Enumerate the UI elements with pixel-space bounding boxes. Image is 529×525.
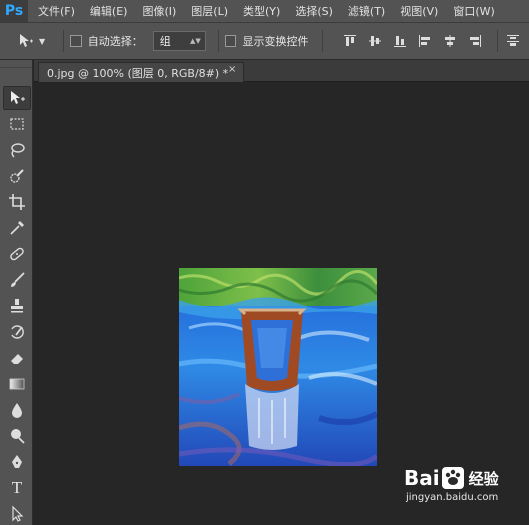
- tool-lasso[interactable]: [3, 138, 31, 162]
- eyedropper-icon: [10, 221, 24, 235]
- tool-eyedropper[interactable]: [3, 216, 31, 240]
- tool-blur[interactable]: [3, 398, 31, 422]
- menu-file[interactable]: 文件(F): [38, 3, 75, 19]
- dropdown-arrows-icon: ▲▼: [189, 37, 201, 45]
- document-image[interactable]: [179, 268, 377, 466]
- watermark-brand-right: 经验: [468, 469, 499, 488]
- tool-quick-select[interactable]: [3, 164, 31, 188]
- options-divider: [497, 30, 499, 52]
- show-transform-checkbox[interactable]: [224, 35, 237, 47]
- align-vcenter-icon: [369, 36, 382, 46]
- tool-brush[interactable]: [3, 268, 31, 292]
- options-divider: [217, 30, 219, 52]
- tool-history-brush[interactable]: [3, 320, 31, 344]
- pen-icon: [12, 455, 22, 468]
- tool-type[interactable]: T: [3, 476, 31, 500]
- paw-icon: [441, 467, 464, 489]
- close-icon[interactable]: ×: [228, 64, 236, 75]
- align-right-button[interactable]: [466, 32, 484, 50]
- document-tab-bar: 0.jpg @ 100% (图层 0, RGB/8#) *: [34, 60, 529, 82]
- menu-type[interactable]: 类型(Y): [243, 3, 280, 19]
- tool-clone-stamp[interactable]: [3, 294, 31, 318]
- options-bar: ▼ 自动选择： 组 ▲▼ 显示变换控件: [0, 22, 529, 60]
- distribute-top-button[interactable]: [504, 32, 522, 50]
- align-left-icon: [419, 35, 431, 47]
- menu-layer[interactable]: 图层(L): [191, 3, 228, 19]
- auto-select-dropdown[interactable]: 组 ▲▼: [152, 31, 206, 51]
- tool-preset-picker[interactable]: ▼: [18, 28, 57, 54]
- auto-select-label: 自动选择：: [87, 35, 143, 48]
- menu-window[interactable]: 窗口(W): [453, 3, 494, 19]
- watermark-brand-left: Bai: [404, 466, 440, 490]
- align-bottom-button[interactable]: [391, 32, 409, 50]
- align-top-button[interactable]: [341, 32, 359, 50]
- menu-edit[interactable]: 编辑(E): [90, 3, 128, 19]
- tool-dodge[interactable]: [3, 424, 31, 448]
- oil-paint-boat-image: [179, 268, 377, 466]
- align-bottom-icon: [394, 36, 407, 47]
- quick-select-icon: [10, 169, 24, 183]
- tool-move[interactable]: [3, 86, 31, 110]
- align-right-icon: [470, 35, 482, 47]
- healing-brush-icon: [10, 247, 24, 261]
- distribute-top-icon: [507, 35, 520, 46]
- tools-panel: T: [0, 60, 33, 525]
- move-icon: [20, 34, 33, 47]
- path-select-icon: [12, 505, 24, 522]
- menu-image[interactable]: 图像(I): [142, 3, 176, 19]
- clone-stamp-icon: [11, 299, 23, 313]
- panel-grip[interactable]: [0, 60, 32, 68]
- baidu-logo: Bai 经验: [404, 466, 524, 490]
- show-transform-label: 显示变换控件: [242, 35, 309, 48]
- blur-icon: [12, 403, 22, 418]
- history-brush-icon: [11, 325, 24, 339]
- tool-marquee[interactable]: [3, 112, 31, 136]
- tool-gradient[interactable]: [3, 372, 31, 396]
- watermark-url: jingyan.baidu.com: [406, 492, 499, 503]
- tool-pen[interactable]: [3, 450, 31, 474]
- marquee-icon: [10, 118, 24, 130]
- gradient-icon: [9, 378, 25, 390]
- menu-select[interactable]: 选择(S): [295, 3, 333, 19]
- tool-path-select[interactable]: [3, 502, 31, 525]
- document-tab-title: 0.jpg @ 100% (图层 0, RGB/8#) *: [47, 66, 229, 80]
- tool-healing-brush[interactable]: [3, 242, 31, 266]
- lasso-icon: [11, 143, 25, 158]
- options-divider: [322, 30, 324, 52]
- dodge-icon: [11, 429, 25, 444]
- crop-icon: [9, 194, 25, 210]
- align-hcenter-icon: [445, 35, 456, 47]
- tool-crop[interactable]: [3, 190, 31, 214]
- menu-filter[interactable]: 滤镜(T): [348, 3, 385, 19]
- baidu-jingyan-watermark: Bai 经验 jingyan.baidu.com: [404, 466, 524, 518]
- align-left-button[interactable]: [416, 32, 434, 50]
- brush-icon: [11, 272, 25, 287]
- menu-bar: Ps 文件(F) 编辑(E) 图像(I) 图层(L) 类型(Y) 选择(S) 滤…: [0, 0, 529, 22]
- options-divider: [63, 30, 64, 52]
- app-logo[interactable]: Ps: [0, 0, 28, 22]
- auto-select-value: 组: [159, 35, 171, 48]
- menu-view[interactable]: 视图(V): [400, 3, 438, 19]
- auto-select-checkbox[interactable]: [70, 35, 82, 47]
- align-buttons: [341, 32, 491, 50]
- align-top-icon: [344, 35, 357, 46]
- move-icon: [11, 91, 25, 104]
- eraser-icon: [11, 354, 23, 364]
- align-vcenter-button[interactable]: [366, 32, 384, 50]
- chevron-down-icon: ▼: [39, 36, 46, 46]
- align-hcenter-button[interactable]: [441, 32, 459, 50]
- type-icon: T: [11, 478, 23, 497]
- tool-eraser[interactable]: [3, 346, 31, 370]
- canvas-area[interactable]: [34, 82, 529, 525]
- document-tab[interactable]: 0.jpg @ 100% (图层 0, RGB/8#) *: [38, 62, 244, 82]
